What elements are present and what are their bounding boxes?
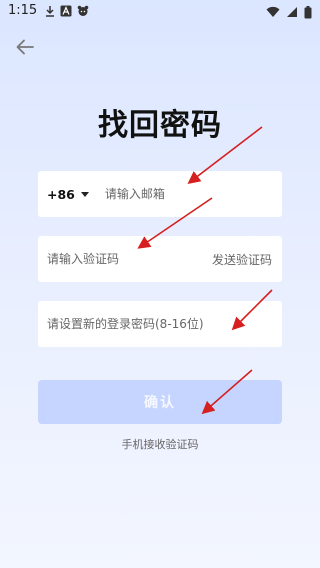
status-bar: 1:15 bbox=[0, 0, 320, 24]
download-icon bbox=[46, 6, 54, 17]
phone-verification-link[interactable]: 手机接收验证码 bbox=[0, 436, 320, 452]
new-password-input[interactable] bbox=[47, 317, 267, 331]
annotation-arrows bbox=[137, 126, 273, 415]
text-a-icon bbox=[60, 5, 72, 17]
caret-down-icon bbox=[80, 191, 89, 197]
email-input[interactable] bbox=[104, 187, 255, 201]
send-code-button[interactable]: 发送验证码 bbox=[212, 251, 272, 268]
status-time: 1:15 bbox=[8, 3, 38, 18]
android-bug-icon bbox=[77, 5, 89, 16]
code-field-container: 发送验证码 bbox=[38, 236, 282, 282]
arrow-left-icon[interactable] bbox=[14, 36, 36, 58]
signal-icon bbox=[287, 7, 297, 17]
verification-code-input[interactable] bbox=[47, 252, 187, 266]
wifi-icon bbox=[266, 6, 280, 17]
country-code-selector[interactable]: +86 bbox=[38, 187, 89, 202]
battery-icon bbox=[304, 5, 312, 18]
country-code-label: +86 bbox=[47, 186, 75, 202]
password-field-container bbox=[38, 301, 282, 347]
confirm-button[interactable]: 确认 bbox=[38, 380, 282, 424]
email-field-container: +86 bbox=[38, 171, 282, 217]
page-title: 找回密码 bbox=[98, 108, 222, 143]
